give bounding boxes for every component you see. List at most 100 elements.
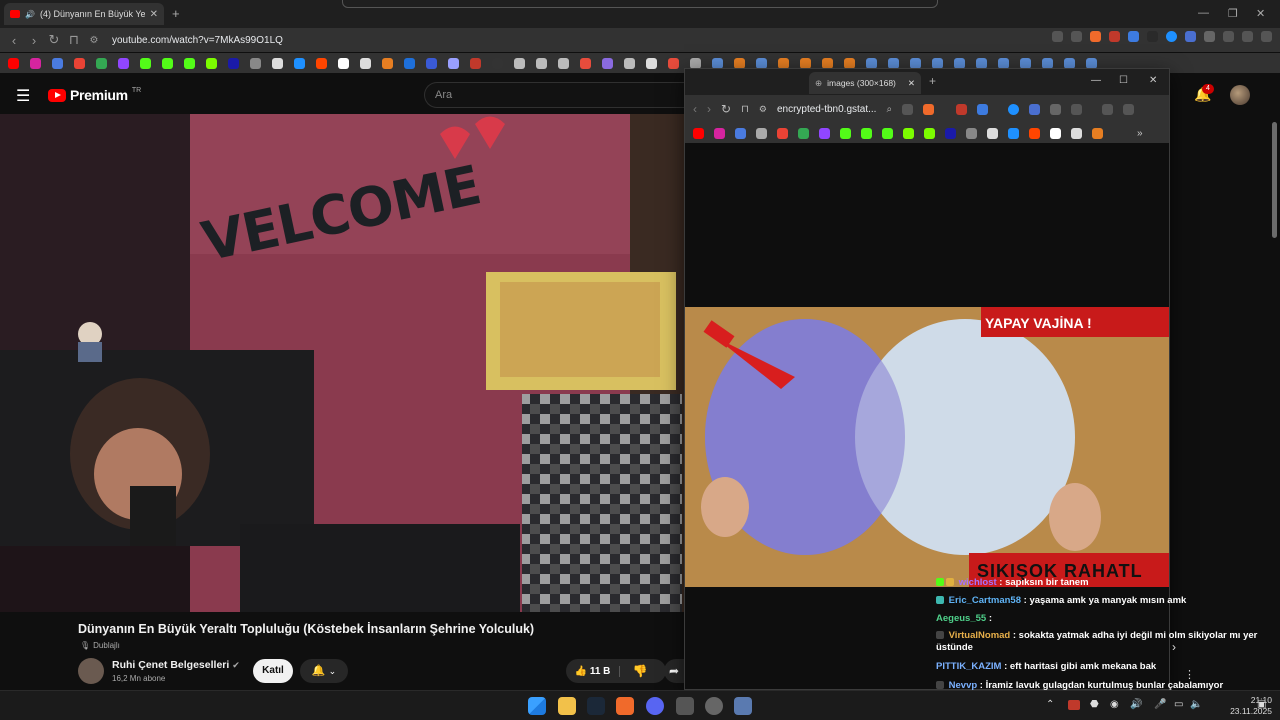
bookmark-youtube-icon[interactable]	[8, 57, 19, 69]
cast-icon[interactable]	[1052, 31, 1063, 42]
tray-steam-icon[interactable]: ◉	[1110, 699, 1119, 710]
bookmark-red-icon[interactable]	[668, 57, 679, 69]
bookmark-kick-icon[interactable]	[140, 57, 151, 69]
dislike-button[interactable]: 👎	[620, 664, 660, 678]
popup-extensions-icon[interactable]	[1050, 103, 1062, 115]
media-icon[interactable]	[1242, 31, 1253, 42]
bookmark-steam-icon[interactable]	[1064, 57, 1075, 69]
bookmark-orange-icon[interactable]	[778, 57, 789, 69]
sidebar-icon[interactable]	[1223, 31, 1234, 42]
bookmark-reddit-icon[interactable]	[1029, 127, 1040, 139]
file-explorer-icon[interactable]	[558, 697, 576, 715]
popup-address-bar[interactable]: encrypted-tbn0.gstat...	[777, 104, 877, 115]
bookmark-steam-icon[interactable]	[910, 57, 921, 69]
bookmark-chatgpt-icon[interactable]	[250, 57, 261, 69]
share-button[interactable]: ➦	[664, 659, 684, 683]
bookmark-kick-icon[interactable]	[840, 127, 851, 139]
tray-speaker-icon[interactable]: 🔈	[1190, 699, 1202, 710]
maximize-icon[interactable]: ❐	[1228, 7, 1238, 20]
bookmark-orange-icon[interactable]	[822, 57, 833, 69]
bookmark-orange-icon[interactable]	[800, 57, 811, 69]
bookmark-instagram-icon[interactable]	[714, 127, 725, 139]
site-info-icon[interactable]: ⚙	[84, 35, 104, 46]
youtube-search-input[interactable]: Ara	[424, 82, 684, 108]
bookmark-globe-icon[interactable]	[646, 57, 657, 69]
popup-extension-windows-icon[interactable]	[1029, 103, 1041, 115]
bookmark-steam-icon[interactable]	[1020, 57, 1031, 69]
bookmark-k-icon[interactable]	[492, 57, 503, 69]
extension-ublock-icon[interactable]	[1109, 31, 1120, 42]
bookmark-x-icon[interactable]	[987, 127, 998, 139]
bookmark-icon[interactable]: ⊓	[64, 32, 84, 48]
popup-bookmark-icon[interactable]: ⊓	[741, 104, 749, 115]
bookmark-youtube-icon[interactable]	[693, 127, 704, 139]
bookmark-steam-icon[interactable]	[866, 57, 877, 69]
bookmark-steam-icon[interactable]	[998, 57, 1009, 69]
popup-sidebar-icon[interactable]	[1071, 103, 1083, 115]
bookmark-translate-icon[interactable]	[735, 127, 746, 139]
new-tab-button[interactable]: +	[172, 6, 180, 21]
bookmark-p-icon[interactable]	[1050, 127, 1061, 139]
extension-dark-icon[interactable]	[1147, 31, 1158, 42]
tray-shield-icon[interactable]: ⬣	[1090, 699, 1099, 710]
channel-avatar[interactable]	[78, 658, 104, 684]
steam-icon[interactable]	[587, 697, 605, 715]
bookmark-steam-icon[interactable]	[712, 57, 723, 69]
bookmark-orange-icon[interactable]	[844, 57, 855, 69]
bookmark-kick-icon[interactable]	[184, 57, 195, 69]
channel-name[interactable]: Ruhi Çenet Belgeselleri ✔	[112, 659, 240, 671]
tray-mic-icon[interactable]: 🎤	[1154, 699, 1166, 710]
extension-blue-icon[interactable]	[1166, 31, 1177, 42]
obs-icon[interactable]	[705, 697, 723, 715]
tray-app-icon[interactable]	[1068, 700, 1080, 710]
bookmark-green-icon[interactable]	[903, 127, 914, 139]
menu-icon[interactable]	[1261, 31, 1272, 42]
close-window-icon[interactable]: ✕	[1256, 7, 1265, 20]
address-bar[interactable]: youtube.com/watch?v=7MkAs99O1LQ	[112, 35, 283, 46]
chat-next-arrow-icon[interactable]: ›	[1172, 640, 1176, 654]
bookmark-orange-icon[interactable]	[734, 57, 745, 69]
like-button[interactable]: 👍 11 B	[566, 665, 620, 677]
bookmark-blue-icon[interactable]	[945, 127, 956, 139]
bookmark-globe-icon[interactable]	[756, 127, 767, 139]
bookmark-chatgpt-icon[interactable]	[966, 127, 977, 139]
popup-forward-icon[interactable]: ›	[707, 102, 711, 116]
minimize-icon[interactable]: —	[1198, 7, 1209, 19]
bookmark-blue2-icon[interactable]	[404, 57, 415, 69]
reload-icon[interactable]: ↻	[44, 32, 64, 48]
popup-reload-icon[interactable]: ↻	[721, 102, 731, 116]
bookmark-kick-icon[interactable]	[162, 57, 173, 69]
bookmark-gmail-icon[interactable]	[777, 127, 788, 139]
discord-icon[interactable]	[646, 697, 664, 715]
extension-audio-icon[interactable]	[1128, 31, 1139, 42]
close-tab-icon[interactable]: ✕	[908, 78, 915, 89]
page-scrollbar[interactable]	[1272, 122, 1277, 238]
popup-media-icon[interactable]	[1102, 103, 1114, 115]
popup-image[interactable]: YAPAY VAJİNA ! SIKIŞOK RAHATL	[685, 307, 1169, 587]
popup-site-info-icon[interactable]: ⚙	[759, 104, 767, 115]
bookmark-red-icon[interactable]	[470, 57, 481, 69]
bookmark-circle-icon[interactable]	[448, 57, 459, 69]
extension-windows-icon[interactable]	[1185, 31, 1196, 42]
bookmark-twitch-icon[interactable]	[819, 127, 830, 139]
browser-tab-youtube[interactable]: 🔊 (4) Dünyanın En Büyük Yeraltı ✕	[4, 3, 164, 25]
bookmark-translate-icon[interactable]	[52, 57, 63, 69]
popup-new-tab-button[interactable]: +	[929, 74, 936, 88]
bookmark-steam-icon[interactable]	[888, 57, 899, 69]
popup-zoom-icon[interactable]: ⌕	[886, 104, 892, 115]
back-icon[interactable]: ‹	[4, 33, 24, 48]
popup-bookmarks-overflow-icon[interactable]: »	[1137, 128, 1143, 139]
tray-chevron-icon[interactable]: ⌃	[1046, 699, 1054, 710]
bookmark-steam-icon[interactable]	[954, 57, 965, 69]
bookmark-kick-icon[interactable]	[861, 127, 872, 139]
brave-browser-icon[interactable]	[616, 697, 634, 715]
bookmark-orange-icon[interactable]	[382, 57, 393, 69]
bookmark-globe-icon[interactable]	[514, 57, 525, 69]
bookmark-drive-icon[interactable]	[96, 57, 107, 69]
bookmark-globe-icon[interactable]	[558, 57, 569, 69]
bookmark-folder-icon[interactable]	[690, 57, 701, 69]
bookmark-reddit-icon[interactable]	[580, 57, 591, 69]
popup-maximize-icon[interactable]: ☐	[1119, 75, 1128, 86]
bookmark-amazon-icon[interactable]	[1071, 127, 1082, 139]
more-options-icon[interactable]: ⋮	[1184, 668, 1195, 681]
